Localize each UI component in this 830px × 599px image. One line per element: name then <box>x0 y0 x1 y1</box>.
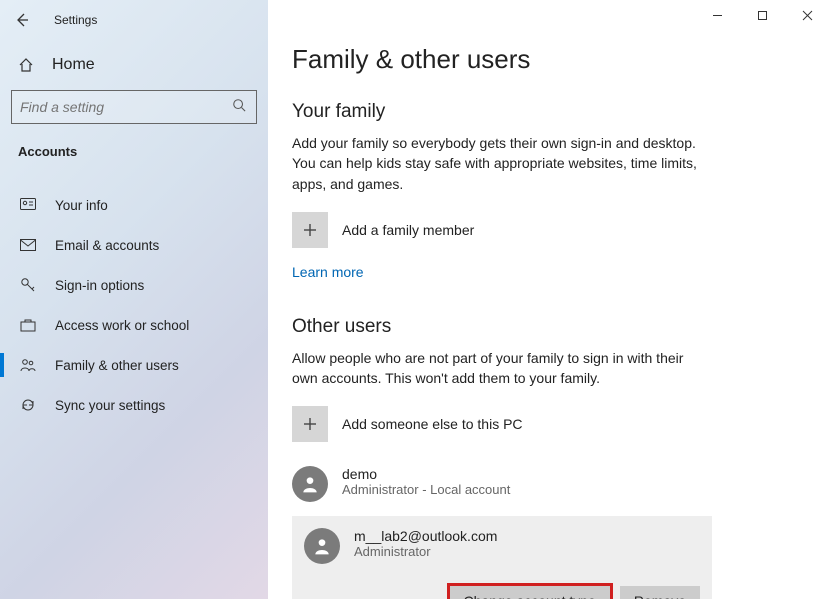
nav-label: Sync your settings <box>55 398 165 413</box>
other-desc: Allow people who are not part of your fa… <box>292 348 702 389</box>
person-card-icon <box>18 198 38 212</box>
user-name: demo <box>342 466 510 482</box>
plus-icon <box>292 212 328 248</box>
learn-more-link[interactable]: Learn more <box>292 264 364 280</box>
minimize-button[interactable] <box>695 0 740 30</box>
nav-label: Your info <box>55 198 108 213</box>
nav-label: Access work or school <box>55 318 189 333</box>
maximize-button[interactable] <box>740 0 785 30</box>
briefcase-icon <box>18 318 38 332</box>
add-other-user-button[interactable]: Add someone else to this PC <box>292 406 794 442</box>
sidebar: Settings Home Accounts Your info Email &… <box>0 0 268 599</box>
search-input-wrapper[interactable] <box>11 90 257 124</box>
nav-label: Email & accounts <box>55 238 159 253</box>
family-section-title: Your family <box>292 101 794 123</box>
avatar-icon <box>304 528 340 564</box>
mail-icon <box>18 239 38 251</box>
back-button[interactable] <box>8 6 36 34</box>
nav-label: Family & other users <box>55 358 179 373</box>
sidebar-home[interactable]: Home <box>0 46 268 84</box>
sidebar-item-email[interactable]: Email & accounts <box>0 225 268 265</box>
close-button[interactable] <box>785 0 830 30</box>
search-input[interactable] <box>20 99 232 115</box>
sidebar-item-signin[interactable]: Sign-in options <box>0 265 268 305</box>
add-family-label: Add a family member <box>342 222 474 238</box>
search-icon <box>232 98 248 117</box>
user-role: Administrator <box>354 544 497 559</box>
sidebar-item-your-info[interactable]: Your info <box>0 185 268 225</box>
main-pane: Family & other users Your family Add you… <box>268 0 830 599</box>
family-desc: Add your family so everybody gets their … <box>292 133 702 194</box>
sidebar-item-sync[interactable]: Sync your settings <box>0 385 268 425</box>
sidebar-item-work[interactable]: Access work or school <box>0 305 268 345</box>
remove-user-button[interactable]: Remove <box>620 586 700 599</box>
sidebar-item-family[interactable]: Family & other users <box>0 345 268 385</box>
page-title: Family & other users <box>292 44 794 75</box>
sync-icon <box>18 397 38 413</box>
plus-icon <box>292 406 328 442</box>
avatar-icon <box>292 466 328 502</box>
user-role: Administrator - Local account <box>342 482 510 497</box>
user-row[interactable]: demo Administrator - Local account <box>292 458 712 510</box>
people-icon <box>18 358 38 372</box>
home-label: Home <box>52 56 95 74</box>
user-row[interactable]: m__lab2@outlook.com Administrator <box>304 528 700 564</box>
key-icon <box>18 277 38 293</box>
sidebar-nav: Your info Email & accounts Sign-in optio… <box>0 185 268 425</box>
home-icon <box>18 57 36 73</box>
user-expanded-panel: m__lab2@outlook.com Administrator Change… <box>292 516 712 599</box>
user-name: m__lab2@outlook.com <box>354 528 497 544</box>
change-account-type-button[interactable]: Change account type <box>450 586 610 599</box>
window-title: Settings <box>54 13 97 27</box>
add-other-label: Add someone else to this PC <box>342 416 523 432</box>
nav-label: Sign-in options <box>55 278 144 293</box>
add-family-member-button[interactable]: Add a family member <box>292 212 794 248</box>
sidebar-category: Accounts <box>0 138 268 167</box>
other-section-title: Other users <box>292 316 794 338</box>
